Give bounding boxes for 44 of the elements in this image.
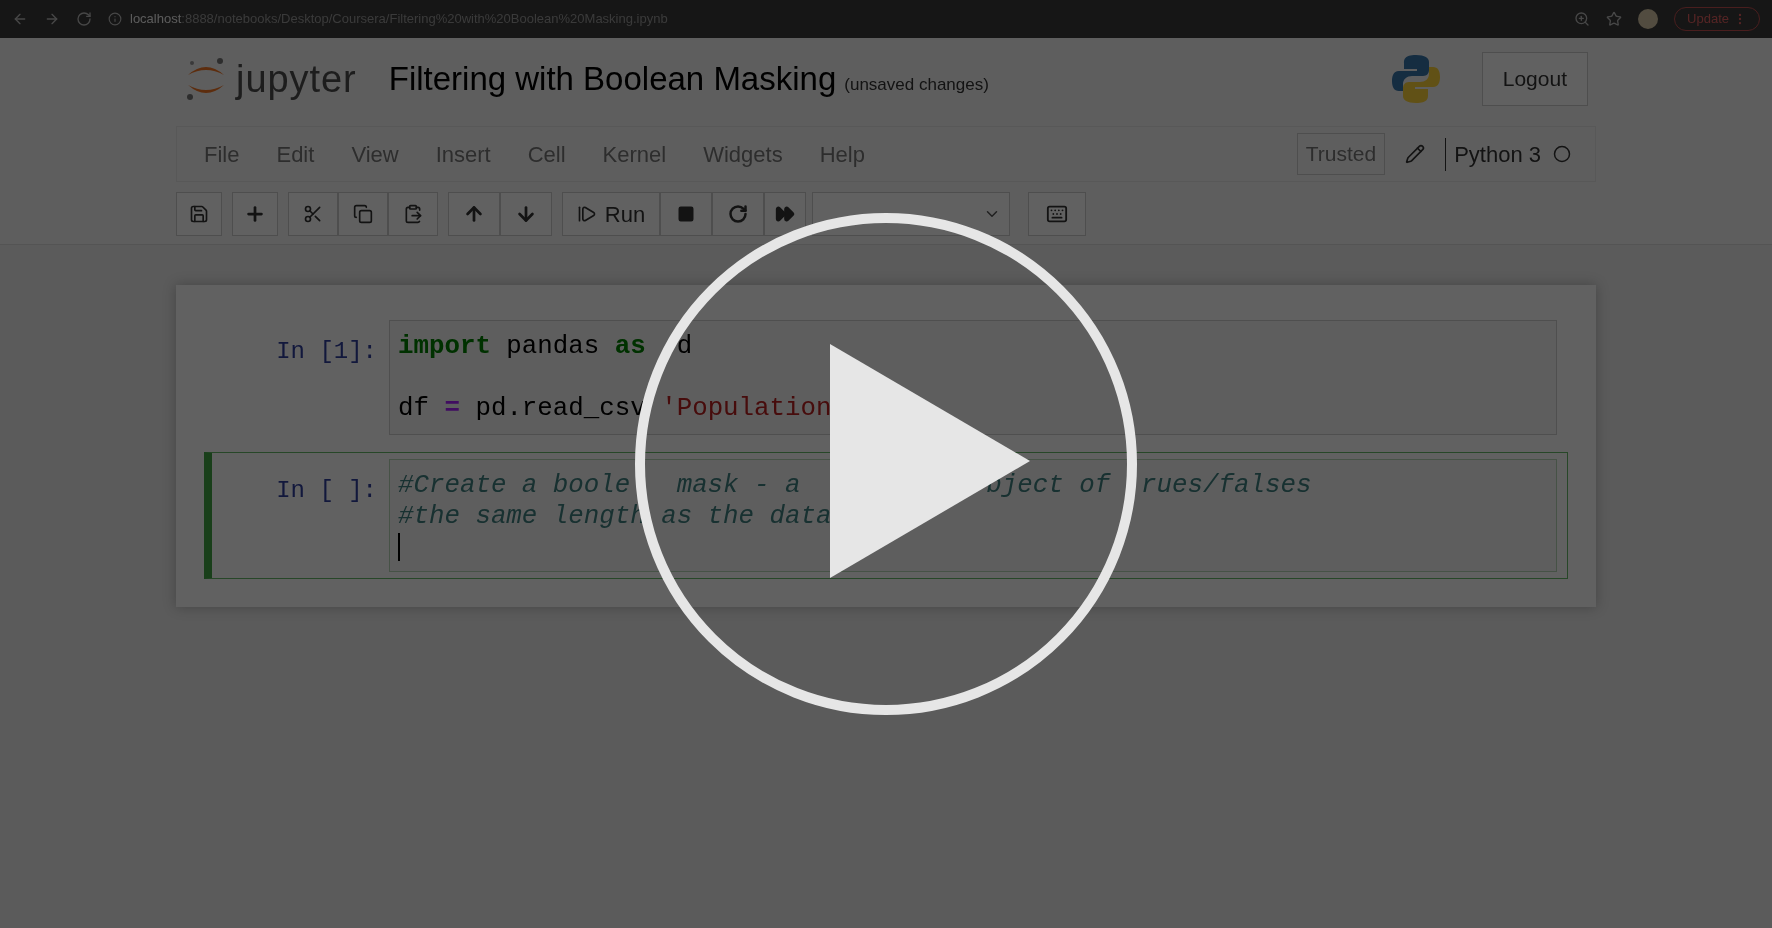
cell-prompt: In [1]: — [275, 337, 378, 367]
copy-button[interactable] — [338, 192, 388, 236]
run-button[interactable]: Run — [562, 192, 660, 236]
python-logo-icon — [1389, 53, 1442, 105]
save-icon — [189, 204, 209, 224]
bookmark-icon[interactable] — [1606, 11, 1623, 27]
plus-icon — [244, 203, 266, 225]
stop-icon — [677, 205, 695, 223]
run-all-button[interactable] — [764, 192, 806, 236]
kernel-status-icon — [1553, 145, 1571, 163]
keyboard-button[interactable] — [1028, 192, 1086, 236]
move-up-button[interactable] — [448, 192, 500, 236]
save-status: (unsaved changes) — [844, 74, 989, 97]
code-line: import pandas as d — [398, 331, 694, 362]
restart-icon — [728, 204, 748, 224]
copy-icon — [353, 204, 373, 224]
cell-prompt: In [ ]: — [275, 476, 378, 506]
clipboard-icon — [403, 204, 423, 224]
add-cell-button[interactable] — [232, 192, 278, 236]
edit-icon[interactable] — [1405, 144, 1426, 164]
forward-icon[interactable] — [44, 11, 60, 27]
arrow-down-icon — [515, 203, 537, 225]
save-button[interactable] — [176, 192, 222, 236]
paste-button[interactable] — [388, 192, 438, 236]
url-host: localhost — [130, 10, 182, 29]
kernel-name: Python 3 — [1445, 137, 1541, 171]
stop-button[interactable] — [660, 192, 712, 236]
restart-button[interactable] — [712, 192, 764, 236]
move-down-button[interactable] — [500, 192, 552, 236]
reload-icon[interactable] — [76, 11, 92, 27]
info-icon[interactable] — [108, 12, 122, 26]
back-icon[interactable] — [12, 11, 28, 27]
step-forward-icon — [576, 204, 597, 224]
fast-forward-icon — [775, 204, 795, 224]
url-path: :8888/notebooks/Desktop/Coursera/Filtering%20with%20Boolean%20Masking.ipynb — [181, 10, 668, 29]
logo-text: jupyter — [236, 56, 357, 102]
zoom-icon[interactable] — [1574, 11, 1591, 27]
scissors-icon — [303, 204, 323, 224]
keyboard-icon — [1046, 203, 1068, 225]
cut-button[interactable] — [288, 192, 338, 236]
logout-button[interactable]: Logout — [1481, 52, 1588, 106]
text-cursor — [398, 533, 400, 561]
avatar[interactable] — [1638, 9, 1659, 29]
notebook-title[interactable]: Filtering with Boolean Masking — [388, 54, 837, 104]
